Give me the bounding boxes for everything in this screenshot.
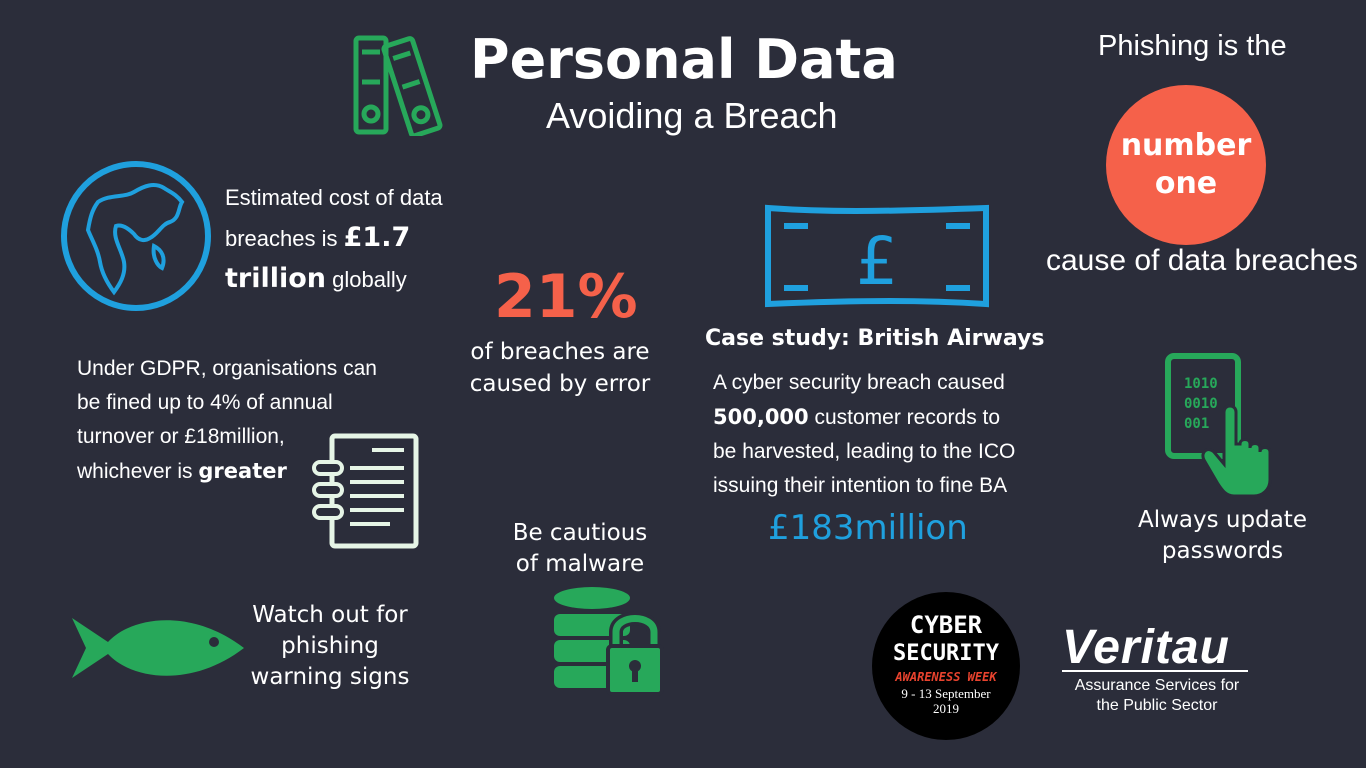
fine-amount: £183million	[768, 508, 968, 548]
records-count: 500,000	[713, 405, 809, 429]
case-line-1: A cyber security breach caused	[713, 371, 1005, 394]
cost-line-3: trillion globally	[225, 263, 407, 294]
fish-line-1: Watch out for	[252, 602, 408, 628]
gdpr-line-2: be fined up to 4% of annual	[77, 391, 333, 414]
page-title: Personal Data	[470, 28, 898, 91]
malware-text: Be cautious of malware	[480, 518, 680, 580]
veritau-logo: Veritau	[1062, 621, 1230, 674]
update-passwords-text: Always update passwords	[1110, 505, 1335, 567]
cost-estimate-text: Estimated cost of data breaches is £1.7 …	[225, 178, 485, 300]
globe-icon	[61, 161, 211, 311]
gdpr-line-1: Under GDPR, organisations can	[77, 357, 377, 380]
cost-line-2: breaches is £1.7	[225, 222, 411, 253]
number-one-line2: one	[1154, 166, 1218, 201]
tablet-touch-icon: 1010 0010 001	[1165, 353, 1272, 498]
fish-line-2: phishing	[281, 633, 379, 659]
fish-line-3: warning signs	[250, 664, 410, 690]
binders-icon	[353, 35, 443, 136]
error-description: of breaches are caused by error	[440, 336, 680, 400]
document-icon	[312, 433, 419, 549]
veritau-underline	[1062, 670, 1248, 672]
fish-icon	[72, 618, 244, 678]
gdpr-greater: greater	[198, 459, 287, 483]
number-one-circle: number one	[1106, 85, 1266, 245]
veritau-tagline: Assurance Services for the Public Sector	[1052, 676, 1262, 716]
database-lock-icon	[554, 587, 664, 696]
case-study-title: Case study: British Airways	[705, 326, 1045, 351]
cost-unit: trillion	[225, 263, 327, 294]
case-study-text: A cyber security breach caused 500,000 c…	[713, 366, 1053, 503]
badge-cyber: CYBER	[909, 611, 983, 639]
update-line-2: passwords	[1161, 538, 1284, 564]
pound-banknote-icon: £	[765, 204, 989, 308]
badge-dates: 9 - 13 September	[901, 686, 991, 701]
phishing-cause-text: cause of data breaches	[1046, 244, 1358, 277]
error-percent: 21%	[494, 262, 638, 332]
case-line-2: 500,000 customer records to	[713, 405, 1001, 429]
cost-amount: £1.7	[343, 222, 411, 253]
cyber-security-week-badge: CYBER SECURITY AWARENESS WEEK 9 - 13 Sep…	[872, 592, 1020, 740]
tablet-code-2: 0010	[1184, 396, 1218, 412]
veritau-line-2: the Public Sector	[1096, 697, 1218, 714]
veritau-line-1: Assurance Services for	[1074, 677, 1240, 694]
tablet-code-1: 1010	[1184, 376, 1218, 392]
case-line-4: issuing their intention to fine BA	[713, 474, 1008, 497]
badge-year: 2019	[933, 701, 959, 716]
tablet-code-3: 001	[1184, 416, 1209, 432]
cost-line-1: Estimated cost of data	[225, 185, 443, 210]
svg-text:£: £	[856, 223, 898, 300]
update-line-1: Always update	[1138, 507, 1307, 533]
phishing-intro-text: Phishing is the	[1098, 30, 1287, 62]
error-line-2: caused by error	[469, 371, 651, 397]
badge-security: SECURITY	[893, 641, 999, 666]
number-one-line1: number	[1120, 128, 1252, 163]
malware-line-1: Be cautious	[512, 520, 648, 546]
phishing-signs-text: Watch out for phishing warning signs	[235, 600, 425, 693]
page-subtitle: Avoiding a Breach	[546, 95, 838, 136]
case-line-3: be harvested, leading to the ICO	[713, 440, 1016, 463]
malware-line-2: of malware	[515, 551, 645, 577]
error-line-1: of breaches are	[470, 339, 650, 365]
badge-awareness-week: AWARENESS WEEK	[895, 670, 997, 684]
